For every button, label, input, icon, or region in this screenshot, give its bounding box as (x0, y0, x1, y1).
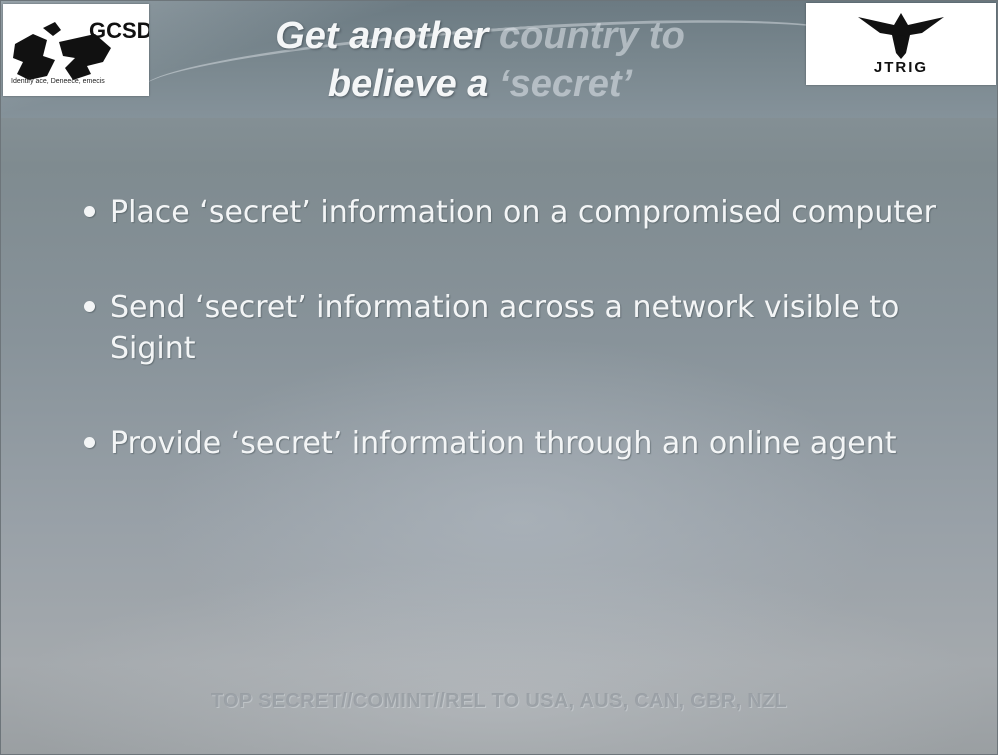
jtrig-logo-text: JTRIG (873, 59, 929, 76)
bullet-text: Send ‘secret’ information across a netwo… (110, 290, 900, 366)
slide: GCSD Identify ace, Deneece, emecis JTRIG… (0, 0, 998, 755)
title-line-1-faded: country to (499, 15, 685, 57)
title-line-1-main: Get another (275, 15, 489, 57)
bullet-point-icon (84, 206, 95, 217)
jtrig-logo: JTRIG (806, 3, 996, 85)
slide-title: Get another country to believe a ‘secret… (160, 12, 800, 108)
bullet-item: Send ‘secret’ information across a netwo… (82, 287, 942, 369)
bullet-list: Place ‘secret’ information on a compromi… (82, 192, 942, 518)
gcsd-logo-text: GCSD (89, 18, 149, 43)
title-line-2-main: believe a (327, 63, 489, 105)
bullet-item: Provide ‘secret’ information through an … (82, 423, 942, 464)
bullet-text: Place ‘secret’ information on a compromi… (110, 195, 936, 230)
gcsd-logo: GCSD Identify ace, Deneece, emecis (3, 4, 153, 96)
classification-marking: TOP SECRET//COMINT//REL TO USA, AUS, CAN… (210, 690, 788, 712)
title-line-1: Get another country to (160, 12, 800, 60)
bullet-point-icon (84, 301, 95, 312)
bullet-point-icon (84, 437, 95, 448)
jtrig-bat-emblem-icon (858, 13, 944, 59)
title-line-2: believe a ‘secret’ (160, 60, 800, 108)
title-line-2-faded: ‘secret’ (499, 63, 633, 105)
bullet-item: Place ‘secret’ information on a compromi… (82, 192, 942, 233)
gcsd-logo-caption: Identify ace, Deneece, emecis (11, 78, 105, 85)
bullet-text: Provide ‘secret’ information through an … (110, 426, 897, 461)
